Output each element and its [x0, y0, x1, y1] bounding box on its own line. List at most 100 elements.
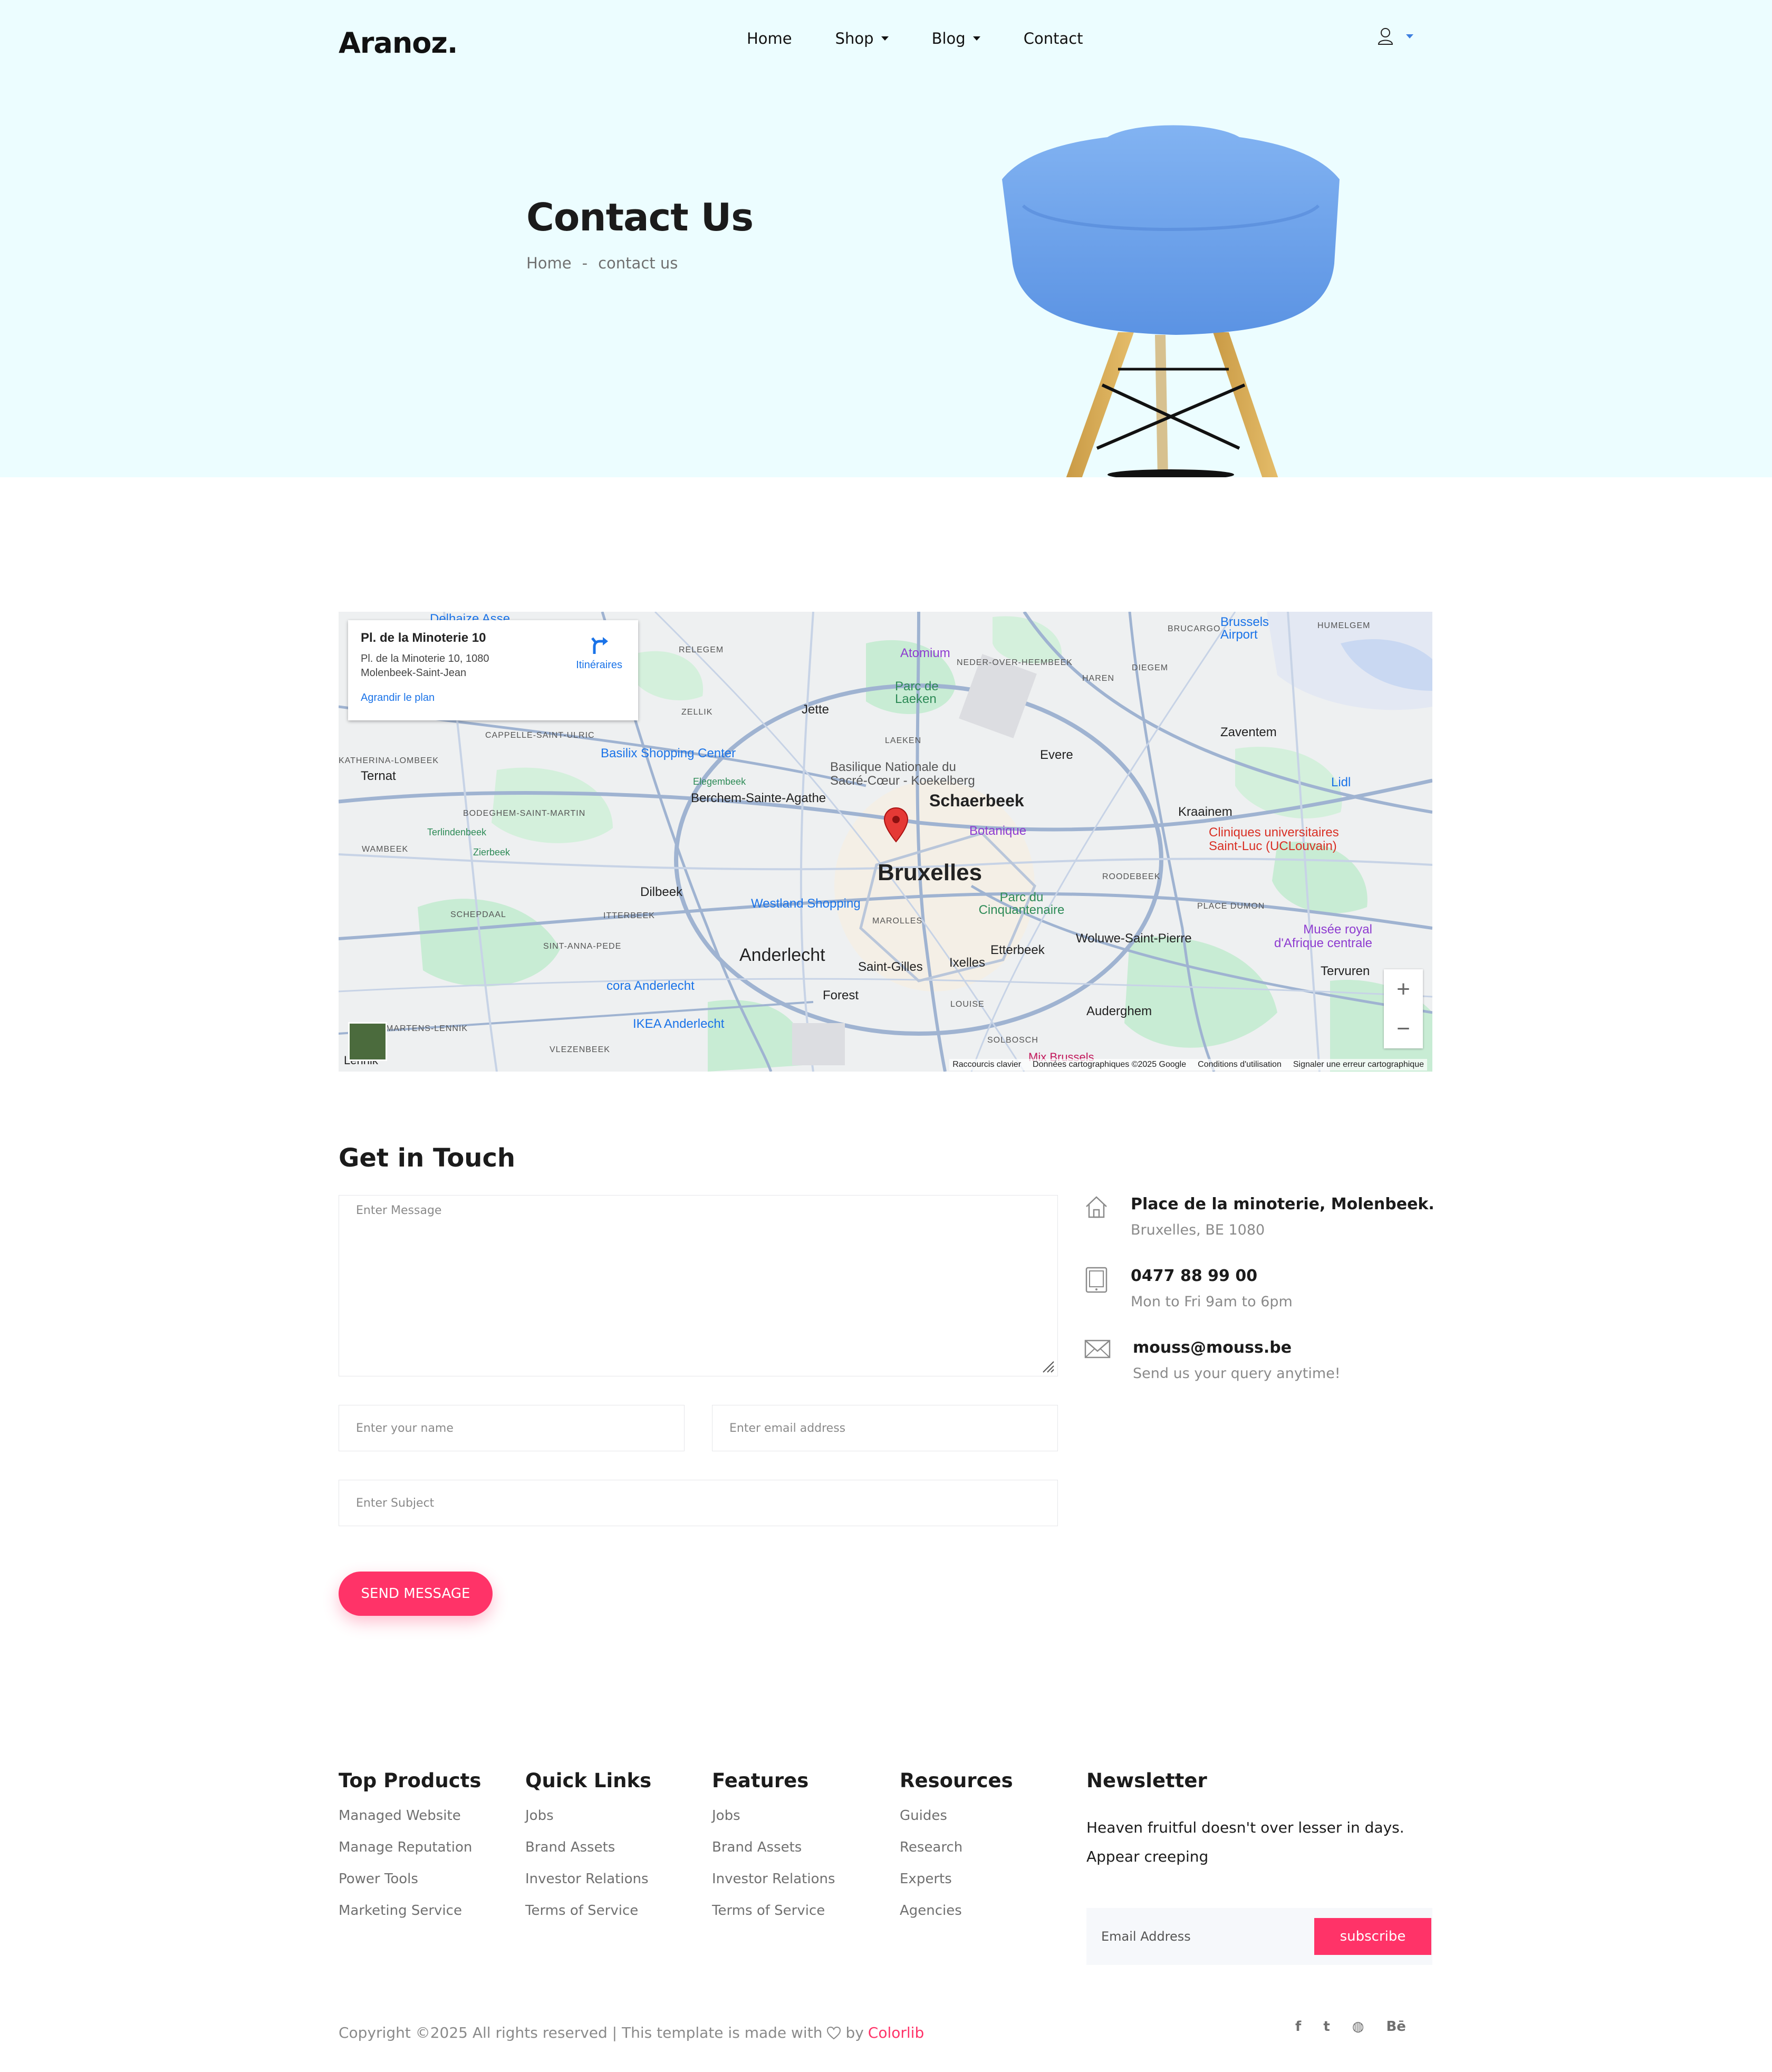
user-menu[interactable] [1378, 27, 1413, 45]
map-label-martens-lennik: MARTENS-LENNIK [386, 1024, 468, 1033]
map-label-auderghem: Auderghem [1086, 1004, 1152, 1018]
twitter-icon[interactable]: t [1323, 2019, 1330, 2035]
map-label-kraainem: Kraainem [1178, 805, 1232, 819]
footer-link[interactable]: Investor Relations [525, 1871, 651, 1887]
map-zoom-controls: + − [1384, 969, 1423, 1048]
facebook-icon[interactable]: f [1295, 2019, 1301, 2035]
map-enlarge-link[interactable]: Agrandir le plan [361, 692, 625, 704]
map-place-card: Pl. de la Minoterie 10 Pl. de la Minoter… [348, 620, 638, 720]
brand-logo[interactable]: Aranoz. [339, 26, 458, 60]
map-label-vlezenbeek: VLEZENBEEK [550, 1045, 610, 1054]
map-poi-basilique[interactable]: Basilique Nationale du Sacré-Cœur - Koek… [830, 760, 983, 788]
footer-link[interactable]: Guides [900, 1808, 1013, 1824]
main-nav: Home Shop Blog Contact [747, 30, 1083, 47]
nav-home[interactable]: Home [747, 30, 792, 47]
footer-link[interactable]: Terms of Service [525, 1903, 651, 1919]
contact-email-title[interactable]: mouss@mouss.be [1133, 1338, 1341, 1357]
map-poi-atomium[interactable]: Atomium [900, 646, 950, 661]
map-shortcuts-link[interactable]: Raccourcis clavier [952, 1060, 1021, 1069]
nav-contact[interactable]: Contact [1024, 30, 1083, 47]
footer-link[interactable]: Investor Relations [712, 1871, 835, 1887]
map-poi-botanique[interactable]: Botanique [969, 824, 1026, 839]
resize-handle-icon[interactable] [1041, 1360, 1055, 1373]
map-label-brucargo: BRUCARGO [1168, 624, 1221, 633]
tablet-icon [1085, 1267, 1108, 1293]
footer-link[interactable]: Brand Assets [712, 1839, 835, 1855]
send-message-button[interactable]: SEND MESSAGE [339, 1572, 493, 1616]
name-input[interactable]: Enter your name [339, 1405, 685, 1451]
contact-address: Place de la minoterie, Molenbeek. Bruxel… [1084, 1195, 1434, 1238]
zoom-out-button[interactable]: − [1397, 1016, 1410, 1042]
map-label-humelgem: HUMELGEM [1317, 621, 1371, 630]
footer-link[interactable]: Marketing Service [339, 1903, 481, 1919]
contact-email: mouss@mouss.be Send us your query anytim… [1084, 1338, 1341, 1382]
zoom-in-button[interactable]: + [1397, 976, 1410, 1003]
email-input[interactable]: Enter email address [712, 1405, 1058, 1451]
map-label-ixelles: Ixelles [949, 956, 986, 970]
subscribe-button[interactable]: subscribe [1314, 1918, 1431, 1955]
map-label-schaerbeek: Schaerbeek [929, 791, 1024, 810]
map-label-cappelle: CAPPELLE-SAINT-ULRIC [485, 731, 595, 740]
map-label-wambeek: WAMBEEK [362, 845, 409, 854]
footer-link[interactable]: Brand Assets [525, 1839, 651, 1855]
breadcrumb-home[interactable]: Home [526, 254, 572, 272]
contact-phone-title[interactable]: 0477 88 99 00 [1131, 1267, 1293, 1285]
footer-link[interactable]: Research [900, 1839, 1013, 1855]
map-poi-lidl[interactable]: Lidl [1331, 775, 1351, 790]
map-report-link[interactable]: Signaler une erreur cartographique [1293, 1060, 1424, 1069]
map-label-saint-gilles: Saint-Gilles [858, 960, 923, 974]
subject-input[interactable]: Enter Subject [339, 1480, 1058, 1526]
footer-link[interactable]: Managed Website [339, 1808, 481, 1824]
map-label-laeken: LAEKEN [885, 736, 922, 745]
behance-icon[interactable]: Bē [1386, 2019, 1405, 2035]
map-directions-button[interactable]: Itinéraires [576, 636, 622, 671]
user-icon [1378, 28, 1393, 45]
map-data-credit: Données cartographiques ©2025 Google [1033, 1060, 1187, 1069]
chevron-down-icon [1406, 34, 1413, 38]
map-terms-link[interactable]: Conditions d'utilisation [1198, 1060, 1282, 1069]
map-poi-basilix[interactable]: Basilix Shopping Center [601, 746, 736, 761]
nav-blog-label: Blog [931, 30, 966, 47]
map-label-louise: LOUISE [950, 1000, 985, 1009]
newsletter-email-input[interactable]: Email Address [1086, 1929, 1314, 1944]
map-label-relegem: RELEGEM [679, 645, 724, 654]
footer-col-top-products: Top Products Managed Website Manage Repu… [339, 1769, 481, 1919]
form-title: Get in Touch [339, 1143, 516, 1173]
footer-link[interactable]: Manage Reputation [339, 1839, 481, 1855]
footer-link[interactable]: Jobs [712, 1808, 835, 1824]
colorlib-link[interactable]: Colorlib [868, 2024, 924, 2041]
footer-link[interactable]: Jobs [525, 1808, 651, 1824]
map-label-zellik: ZELLIK [681, 708, 713, 717]
footer-newsletter: Newsletter Heaven fruitful doesn't over … [1086, 1769, 1424, 1871]
map-label-elegembeek: Elegembeek [693, 776, 746, 787]
contact-phone-sub: Mon to Fri 9am to 6pm [1131, 1294, 1293, 1310]
newsletter-title: Newsletter [1086, 1769, 1207, 1792]
footer-link[interactable]: Terms of Service [712, 1903, 835, 1919]
map-label-itterbeek: ITTERBEEK [603, 911, 655, 920]
nav-blog[interactable]: Blog [932, 30, 980, 47]
map-label-woluwe: Woluwe-Saint-Pierre [1076, 931, 1192, 946]
google-map[interactable]: Delhaize Asse Atomium Parc de Laeken Bru… [339, 612, 1432, 1072]
map-poi-ikea[interactable]: IKEA Anderlecht [633, 1017, 724, 1032]
copyright: Copyright ©2025 All rights reserved | Th… [339, 2024, 924, 2041]
map-label-terlindenbeek: Terlindenbeek [427, 827, 487, 837]
map-label-bruxelles: Bruxelles [878, 860, 983, 885]
map-poi-westland[interactable]: Westland Shopping [751, 897, 861, 911]
footer-link[interactable]: Agencies [900, 1903, 1013, 1919]
footer-link[interactable]: Experts [900, 1871, 1013, 1887]
map-place-address: Pl. de la Minoterie 10, 1080 Molenbeek-S… [361, 653, 489, 679]
map-label-parc-cinquantenaire: Parc du Cinquantenaire [978, 890, 1065, 917]
map-poi-cliniques[interactable]: Cliniques universitaires Saint-Luc (UCLo… [1209, 826, 1356, 853]
footer-link[interactable]: Power Tools [339, 1871, 481, 1887]
map-satellite-toggle[interactable] [348, 1022, 387, 1061]
map-poi-airport[interactable]: Brussels Airport [1220, 616, 1284, 641]
map-poi-cora[interactable]: cora Anderlecht [606, 979, 695, 994]
contact-page: Aranoz. Home Shop Blog Contact Contact U… [0, 0, 1772, 2072]
globe-icon[interactable]: ◍ [1352, 2019, 1364, 2035]
message-textarea[interactable]: Enter Message [339, 1195, 1058, 1376]
map-poi-musee[interactable]: Musée royal d'Afrique centrale [1256, 923, 1372, 950]
nav-shop[interactable]: Shop [835, 30, 889, 47]
map-marker-icon[interactable] [883, 807, 909, 843]
contact-address-title: Place de la minoterie, Molenbeek. [1131, 1195, 1434, 1213]
footer-col-resources: Resources Guides Research Experts Agenci… [900, 1769, 1013, 1919]
